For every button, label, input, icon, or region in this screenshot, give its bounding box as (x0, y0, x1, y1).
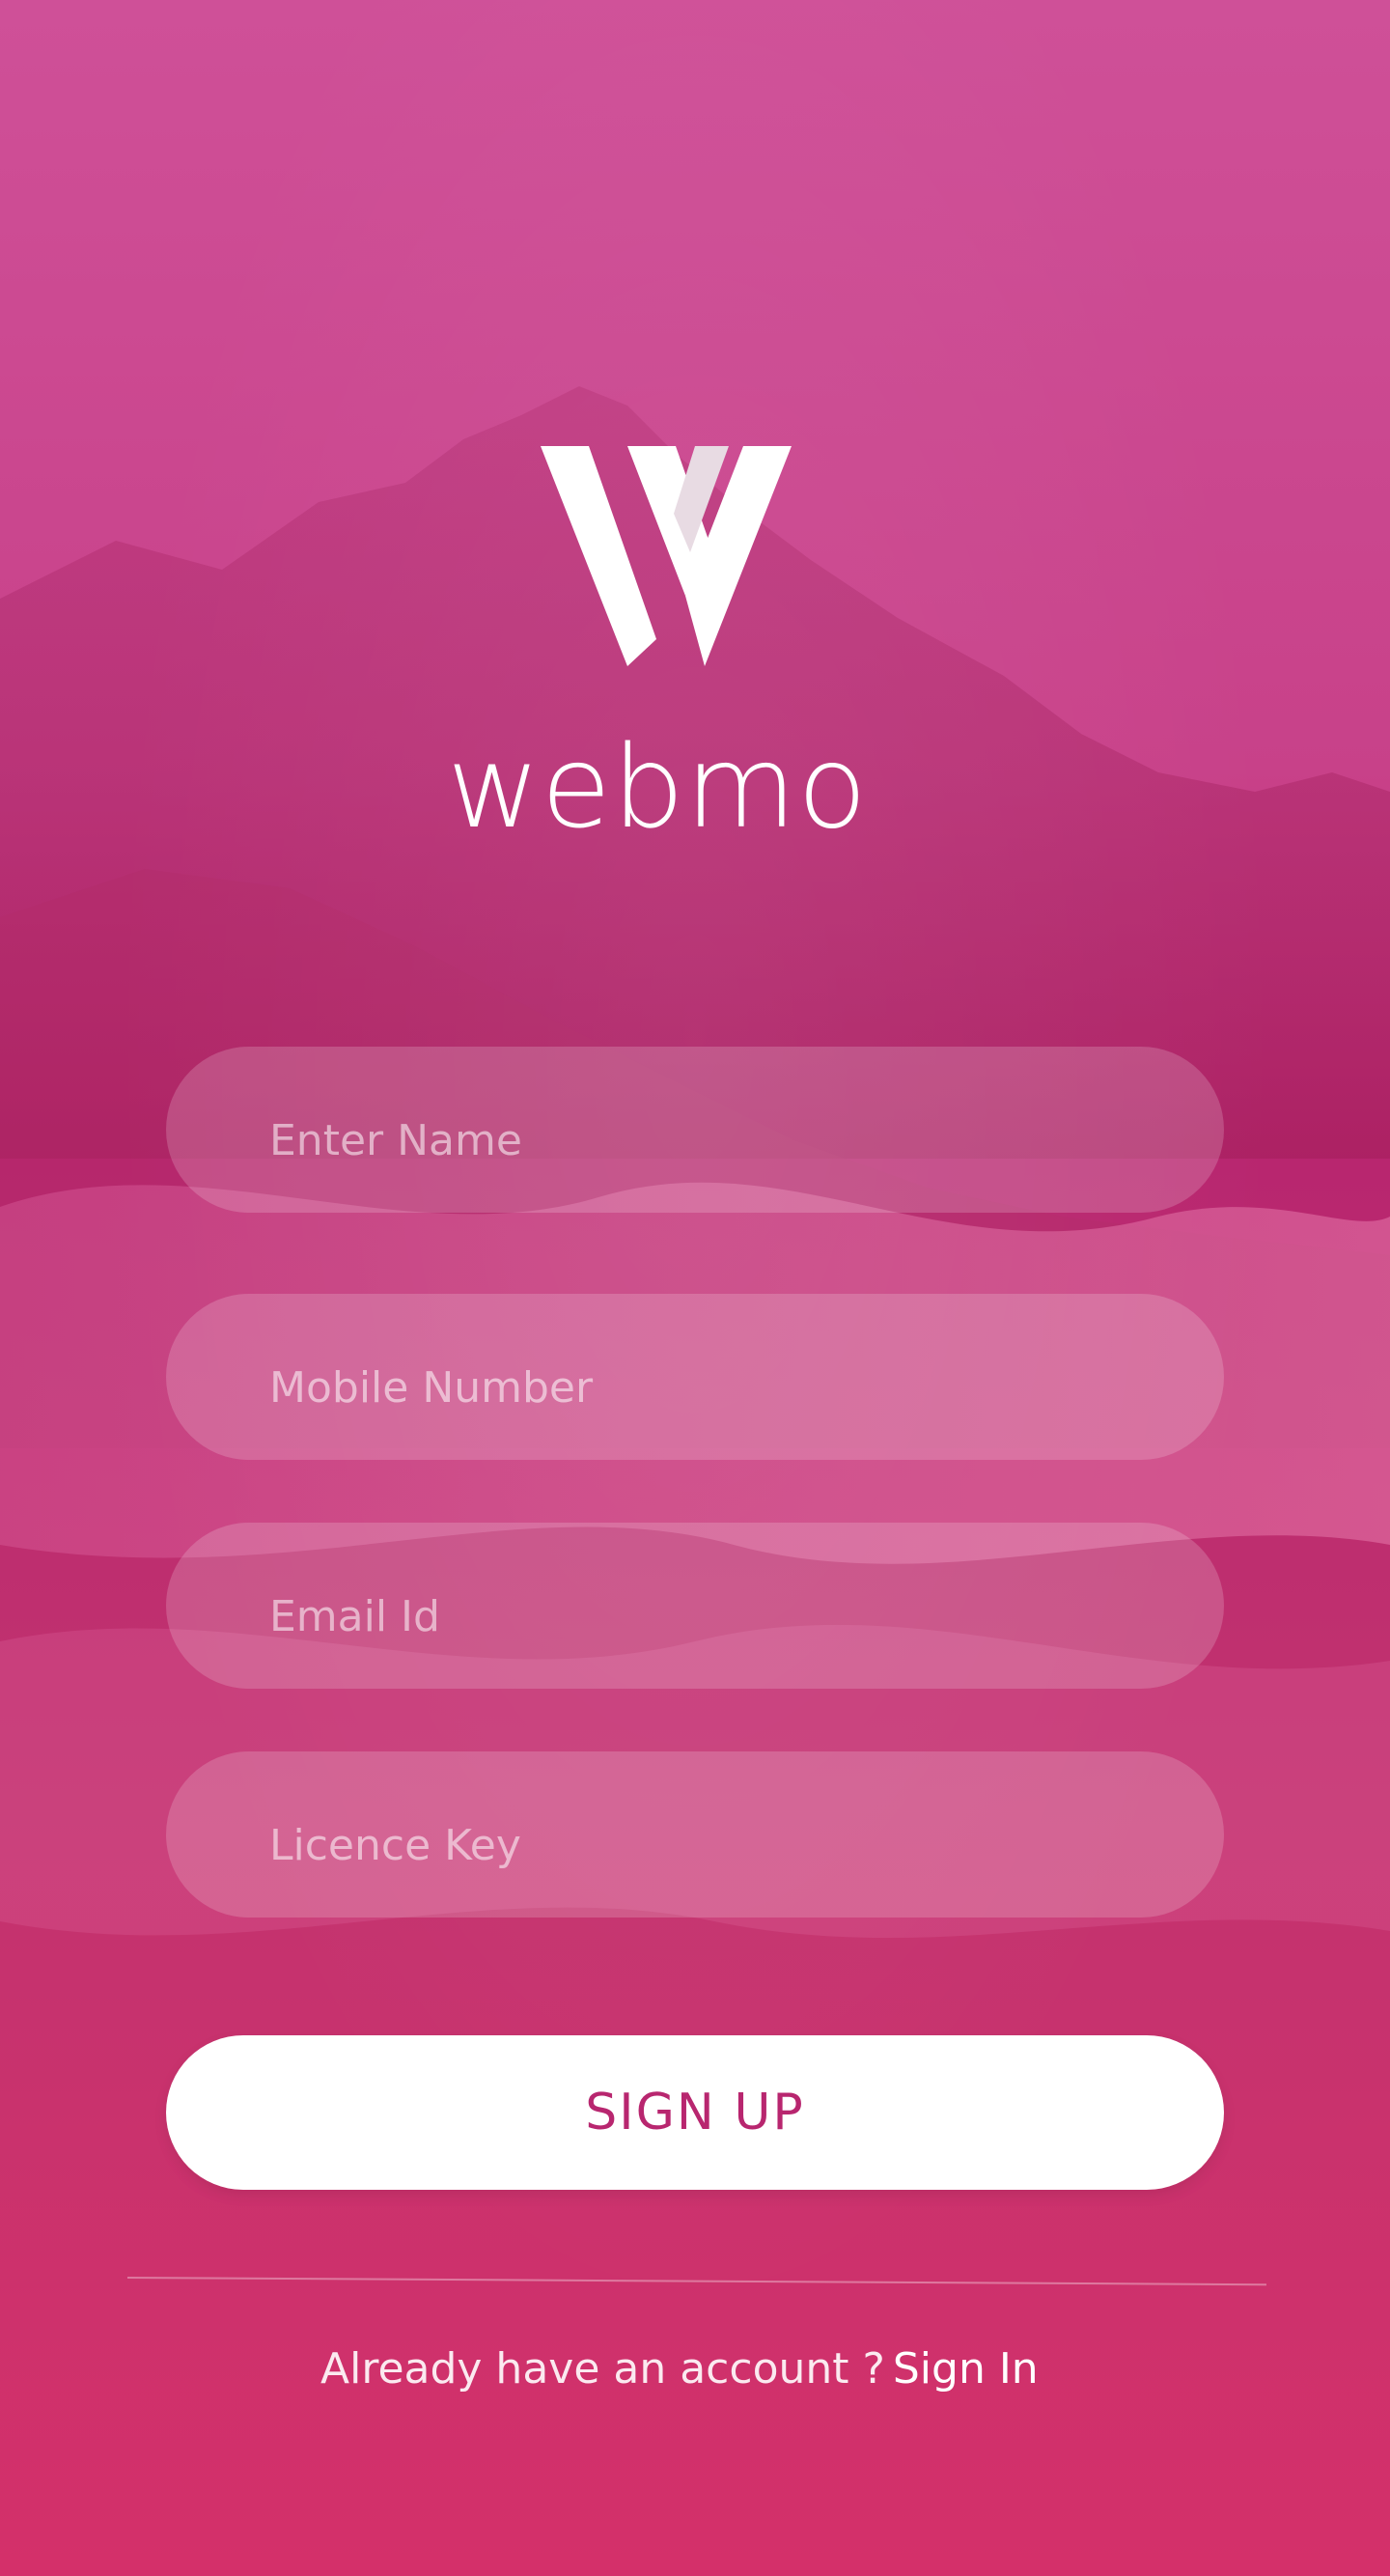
name-field-placeholder: Enter Name (269, 1116, 522, 1165)
sign-in-prompt: Already have an account ? Sign In (320, 2340, 1093, 2398)
mobile-number-field-placeholder: Mobile Number (269, 1363, 594, 1413)
sign-in-prompt-text: Already have an account ? (320, 2344, 885, 2394)
sign-up-button[interactable]: SIGN UP (166, 2035, 1224, 2190)
licence-key-field-placeholder: Licence Key (269, 1821, 521, 1870)
signup-screen: webmo Enter Name Mobile Number Email Id … (0, 0, 1390, 2576)
name-field[interactable]: Enter Name (166, 1047, 1224, 1213)
webmo-w-logo-icon (541, 446, 792, 666)
brand-name: webmo (447, 734, 869, 840)
sign-in-link[interactable]: Sign In (893, 2344, 1039, 2394)
mobile-number-field[interactable]: Mobile Number (166, 1294, 1224, 1460)
licence-key-field[interactable]: Licence Key (166, 1751, 1224, 1918)
email-field[interactable]: Email Id (166, 1523, 1224, 1689)
email-field-placeholder: Email Id (269, 1592, 440, 1641)
